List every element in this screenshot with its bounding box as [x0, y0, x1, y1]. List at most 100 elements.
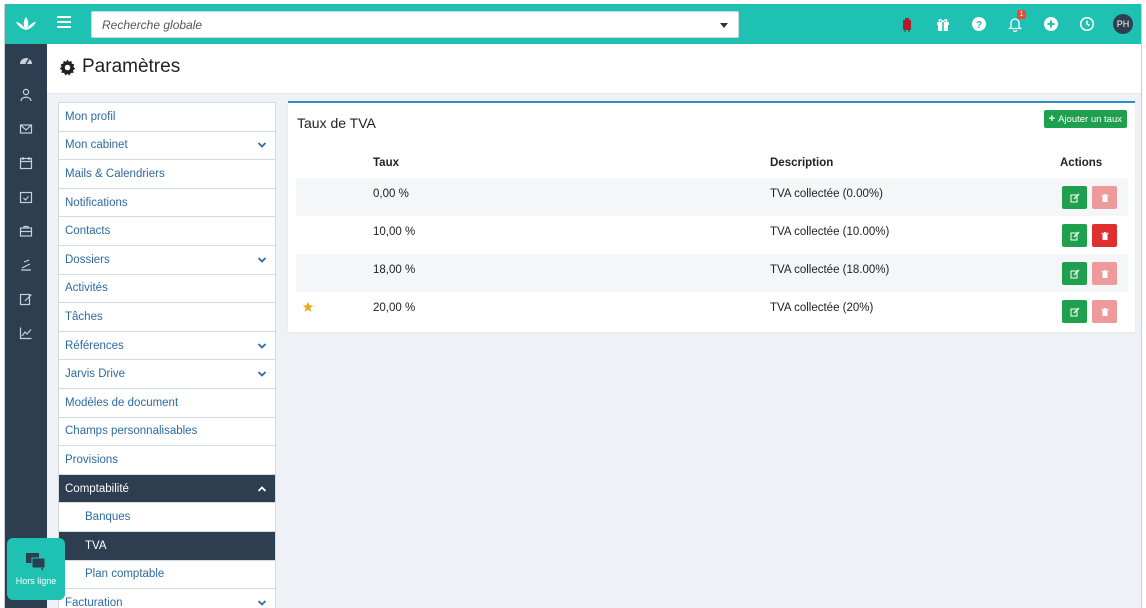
edit-button[interactable]	[1062, 186, 1087, 209]
menu-item-notifications[interactable]: Notifications	[59, 189, 275, 218]
delete-button[interactable]	[1092, 300, 1117, 323]
chat-icon	[26, 553, 46, 571]
suitcase-button[interactable]	[889, 4, 925, 44]
menu-item-jarvis-drive[interactable]: Jarvis Drive	[59, 360, 275, 389]
menu-item-plan-comptable[interactable]: Plan comptable	[59, 561, 275, 590]
menu-item-label: Tâches	[65, 310, 103, 323]
edit-button[interactable]	[1062, 300, 1087, 323]
delete-button[interactable]	[1092, 224, 1117, 247]
app-logo[interactable]	[5, 4, 47, 44]
description-cell: TVA collectée (10.00%)	[770, 226, 890, 238]
rail-billing[interactable]	[5, 248, 47, 282]
rail-mail[interactable]	[5, 112, 47, 146]
rail-contacts[interactable]	[5, 78, 47, 112]
menu-item-mails-calendriers[interactable]: Mails & Calendriers	[59, 160, 275, 189]
edit-icon	[1070, 269, 1079, 278]
menu-item-tva[interactable]: TVA	[59, 531, 275, 561]
suitcase-icon	[903, 18, 911, 32]
delete-button[interactable]	[1092, 186, 1117, 209]
help-button[interactable]: ?	[961, 4, 997, 44]
plus-icon: +	[1048, 113, 1056, 125]
page-title: Paramètres	[59, 56, 180, 78]
chevron-down-icon	[257, 257, 267, 263]
global-search[interactable]	[91, 11, 739, 38]
gift-icon	[937, 19, 949, 31]
left-rail	[5, 4, 47, 608]
menu-item-banques[interactable]: Banques	[59, 503, 275, 532]
menu-item-label: Banques	[85, 511, 131, 524]
menu-item-label: Provisions	[65, 453, 119, 466]
notifications-button[interactable]: 1	[997, 4, 1033, 44]
menu-item-mon-cabinet[interactable]: Mon cabinet	[59, 132, 275, 161]
trash-icon	[1101, 231, 1108, 240]
menu-item-modeles-de-document[interactable]: Modèles de document	[59, 389, 275, 418]
add-button[interactable]	[1033, 4, 1069, 44]
app-window: Hors ligne ? 1	[4, 4, 1142, 608]
user-menu[interactable]: PH	[1105, 4, 1141, 44]
trash-icon	[1101, 193, 1108, 202]
chevron-down-icon[interactable]	[720, 23, 728, 28]
description-cell: TVA collectée (20%)	[770, 302, 874, 314]
menu-item-facturation[interactable]: Facturation	[59, 589, 275, 608]
panel-title: Taux de TVA	[297, 115, 376, 131]
column-header-rate: Taux	[373, 157, 399, 169]
menu-item-mon-profil[interactable]: Mon profil	[59, 103, 275, 132]
menu-item-label: Dossiers	[65, 253, 110, 266]
briefcase-icon	[19, 225, 33, 237]
rail-tasks[interactable]	[5, 180, 47, 214]
rail-cases[interactable]	[5, 214, 47, 248]
menu-item-champs-personnalisables[interactable]: Champs personnalisables	[59, 418, 275, 447]
chevron-down-icon	[257, 142, 267, 149]
menu-item-activites[interactable]: Activités	[59, 275, 275, 304]
offline-status-button[interactable]: Hors ligne	[7, 538, 65, 600]
rate-cell: 10,00 %	[373, 226, 416, 238]
menu-toggle-icon[interactable]	[57, 16, 71, 30]
edit-button[interactable]	[1062, 224, 1087, 247]
menu-item-provisions[interactable]: Provisions	[59, 446, 275, 475]
edit-icon	[1070, 193, 1079, 202]
timer-button[interactable]	[1069, 4, 1105, 44]
menu-item-label: Facturation	[65, 596, 123, 608]
trash-icon	[1101, 269, 1108, 278]
gift-button[interactable]	[925, 4, 961, 44]
delete-button[interactable]	[1092, 262, 1117, 285]
menu-item-comptabilite[interactable]: Comptabilité	[59, 474, 275, 504]
calendar-icon	[19, 157, 33, 170]
menu-item-label: Modèles de document	[65, 396, 179, 409]
global-search-input[interactable]	[92, 12, 692, 37]
table-header: Taux Description Actions	[296, 151, 1128, 178]
table-row: 10,00 % TVA collectée (10.00%)	[296, 216, 1128, 254]
rate-cell: 0,00 %	[373, 188, 409, 200]
page-header: Paramètres	[47, 44, 1141, 94]
rate-cell: 18,00 %	[373, 264, 416, 276]
rail-reports[interactable]	[5, 316, 47, 350]
vat-panel: Taux de TVA + Ajouter un taux Taux Descr…	[288, 101, 1135, 332]
column-header-actions: Actions	[1060, 157, 1103, 169]
add-rate-button[interactable]: + Ajouter un taux	[1043, 110, 1127, 128]
gear-icon	[59, 59, 76, 75]
menu-item-label: Comptabilité	[65, 482, 129, 495]
rail-dashboard[interactable]	[5, 44, 47, 78]
menu-item-label: Activités	[65, 282, 108, 295]
menu-item-label: Mails & Calendriers	[65, 167, 165, 180]
rail-documents[interactable]	[5, 282, 47, 316]
table-row: 0,00 % TVA collectée (0.00%)	[296, 178, 1128, 216]
rate-cell: 20,00 %	[373, 302, 416, 314]
envelope-icon	[19, 124, 33, 134]
star-icon[interactable]	[302, 301, 314, 313]
offline-label: Hors ligne	[15, 576, 57, 586]
menu-item-label: Champs personnalisables	[65, 425, 198, 438]
edit-button[interactable]	[1062, 262, 1087, 285]
svg-text:?: ?	[976, 20, 982, 31]
menu-item-label: Plan comptable	[85, 568, 165, 581]
menu-item-label: Mon cabinet	[65, 139, 128, 152]
description-cell: TVA collectée (18.00%)	[770, 264, 890, 276]
menu-item-contacts[interactable]: Contacts	[59, 217, 275, 246]
menu-item-dossiers[interactable]: Dossiers	[59, 246, 275, 275]
table-row: 20,00 % TVA collectée (20%)	[296, 292, 1128, 330]
rail-calendar[interactable]	[5, 146, 47, 180]
menu-item-label: Jarvis Drive	[65, 368, 126, 381]
menu-item-taches[interactable]: Tâches	[59, 303, 275, 332]
avatar: PH	[1113, 14, 1133, 34]
menu-item-references[interactable]: Références	[59, 332, 275, 361]
